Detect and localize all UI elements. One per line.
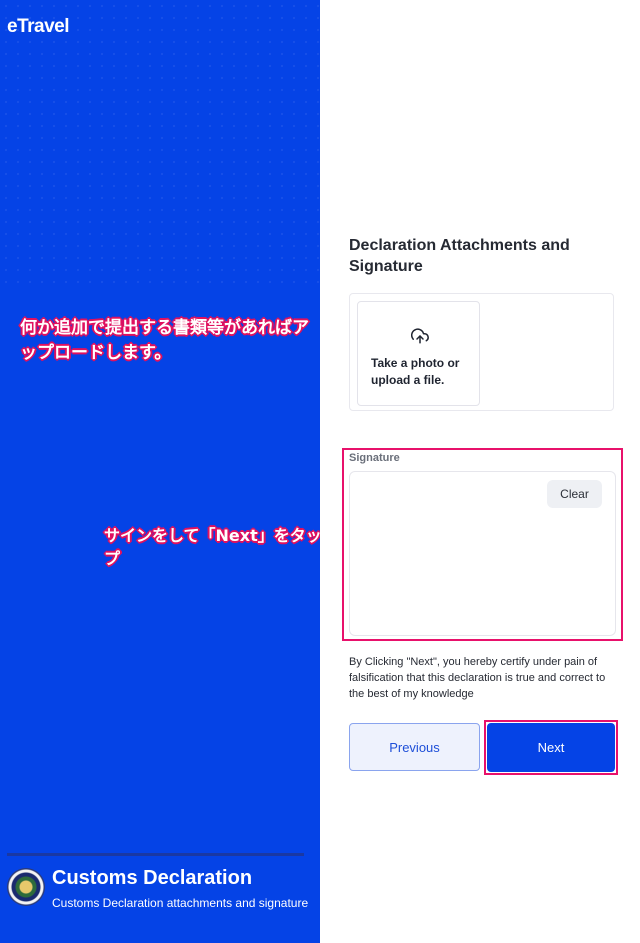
- next-button[interactable]: Next: [487, 723, 615, 772]
- previous-button[interactable]: Previous: [349, 723, 480, 771]
- right-panel: Declaration Attachments and Signature Ta…: [320, 0, 640, 943]
- upload-cloud-icon: [411, 328, 429, 344]
- upload-text: Take a photo or upload a file.: [371, 356, 460, 387]
- left-panel: eTravel 何か追加で提出する書類等があればアップロードします。 サインをし…: [0, 0, 320, 943]
- signature-label: Signature: [349, 452, 400, 464]
- footer-divider: [7, 853, 304, 856]
- seal-icon: [7, 868, 45, 906]
- etravel-logo: eTravel: [7, 16, 70, 37]
- page-subheading: Customs Declaration attachments and sign…: [52, 896, 309, 910]
- dot-pattern: [0, 0, 320, 290]
- annotation-sign-note: サインをして「Next」をタップ: [104, 526, 320, 569]
- section-title: Declaration Attachments and Signature: [349, 237, 570, 275]
- annotation-upload-note: 何か追加で提出する書類等があればアップロードします。: [20, 318, 309, 363]
- certification-text: By Clicking "Next", you hereby certify u…: [349, 656, 606, 700]
- clear-button[interactable]: Clear: [547, 480, 602, 508]
- upload-tile[interactable]: Take a photo or upload a file.: [357, 301, 480, 406]
- upload-card: Take a photo or upload a file.: [349, 293, 614, 411]
- page-heading: Customs Declaration: [52, 867, 253, 889]
